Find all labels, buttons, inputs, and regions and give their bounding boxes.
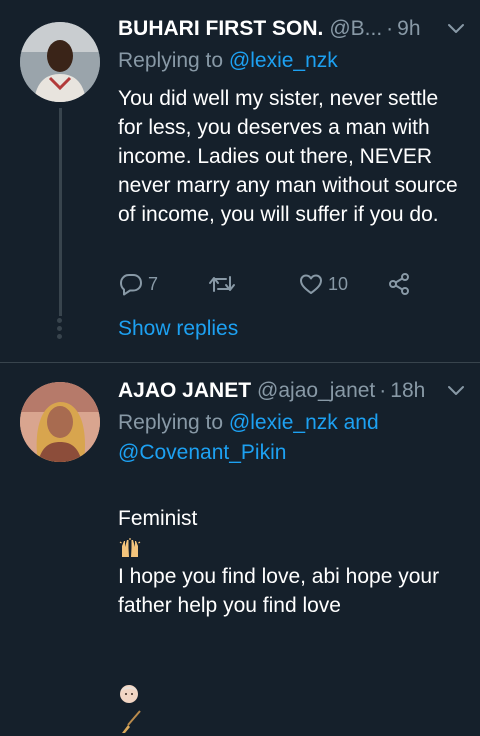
avatar[interactable] xyxy=(20,22,100,102)
tweet-text-part: Feminist xyxy=(118,507,198,530)
tweet-text: Feminist I hope you find love, abi hope … xyxy=(118,475,463,736)
retweet-icon xyxy=(209,276,235,292)
like-count: 10 xyxy=(328,273,349,294)
separator: · xyxy=(386,17,394,40)
tweet-1[interactable]: BUHARI FIRST SON. @B... · 9h Replying to… xyxy=(0,0,480,362)
tweet-text: You did well my sister, never settle for… xyxy=(118,87,458,226)
replying-to: Replying to @lexie_nzk and @Covenant_Piki… xyxy=(118,408,448,468)
mention-link[interactable]: @lexie_nzk xyxy=(229,49,338,72)
chevron-down-icon[interactable] xyxy=(446,18,466,38)
user-handle[interactable]: @ajao_janet xyxy=(257,379,375,403)
like-button[interactable]: 10 xyxy=(298,268,348,300)
user-handle[interactable]: @B... xyxy=(329,17,382,41)
display-name[interactable]: BUHARI FIRST SON. xyxy=(118,17,323,41)
separator: · xyxy=(379,379,387,402)
show-replies-link[interactable]: Show replies xyxy=(118,314,238,344)
replying-to: Replying to @lexie_nzk xyxy=(118,46,448,76)
mention-link[interactable]: @Covenant_Pikin xyxy=(118,441,286,464)
timestamp[interactable]: 9h xyxy=(397,17,420,41)
thread-line xyxy=(59,108,62,316)
reply-count: 7 xyxy=(148,273,159,294)
replying-to-label: Replying to xyxy=(118,49,229,72)
share-button[interactable] xyxy=(386,268,412,300)
chevron-down-icon[interactable] xyxy=(446,380,466,400)
thread-dots xyxy=(55,318,65,342)
timestamp[interactable]: 18h xyxy=(390,379,425,403)
tweet-header: AJAO JANET @ajao_janet · 18h xyxy=(118,376,466,406)
mention-link[interactable]: @lexie_nzk and xyxy=(229,411,379,434)
tweet-header: BUHARI FIRST SON. @B... · 9h xyxy=(118,14,466,44)
tweet-text-part: I hope you find love, abi hope your fath… xyxy=(118,565,440,617)
avatar[interactable] xyxy=(20,382,100,462)
replying-to-label: Replying to xyxy=(118,411,229,434)
raised-hands-icon xyxy=(119,538,141,558)
share-icon xyxy=(389,273,409,295)
heart-icon xyxy=(300,274,322,294)
reply-button[interactable]: 7 xyxy=(118,268,158,300)
person-avatar-icon xyxy=(20,382,100,462)
face-icon xyxy=(120,685,138,704)
broom-icon xyxy=(122,710,141,734)
display-name[interactable]: AJAO JANET xyxy=(118,379,251,403)
tweet-actions: 7 10 xyxy=(118,268,438,300)
reply-icon xyxy=(120,274,142,296)
person-avatar-icon xyxy=(20,22,100,102)
retweet-button[interactable] xyxy=(208,268,236,300)
